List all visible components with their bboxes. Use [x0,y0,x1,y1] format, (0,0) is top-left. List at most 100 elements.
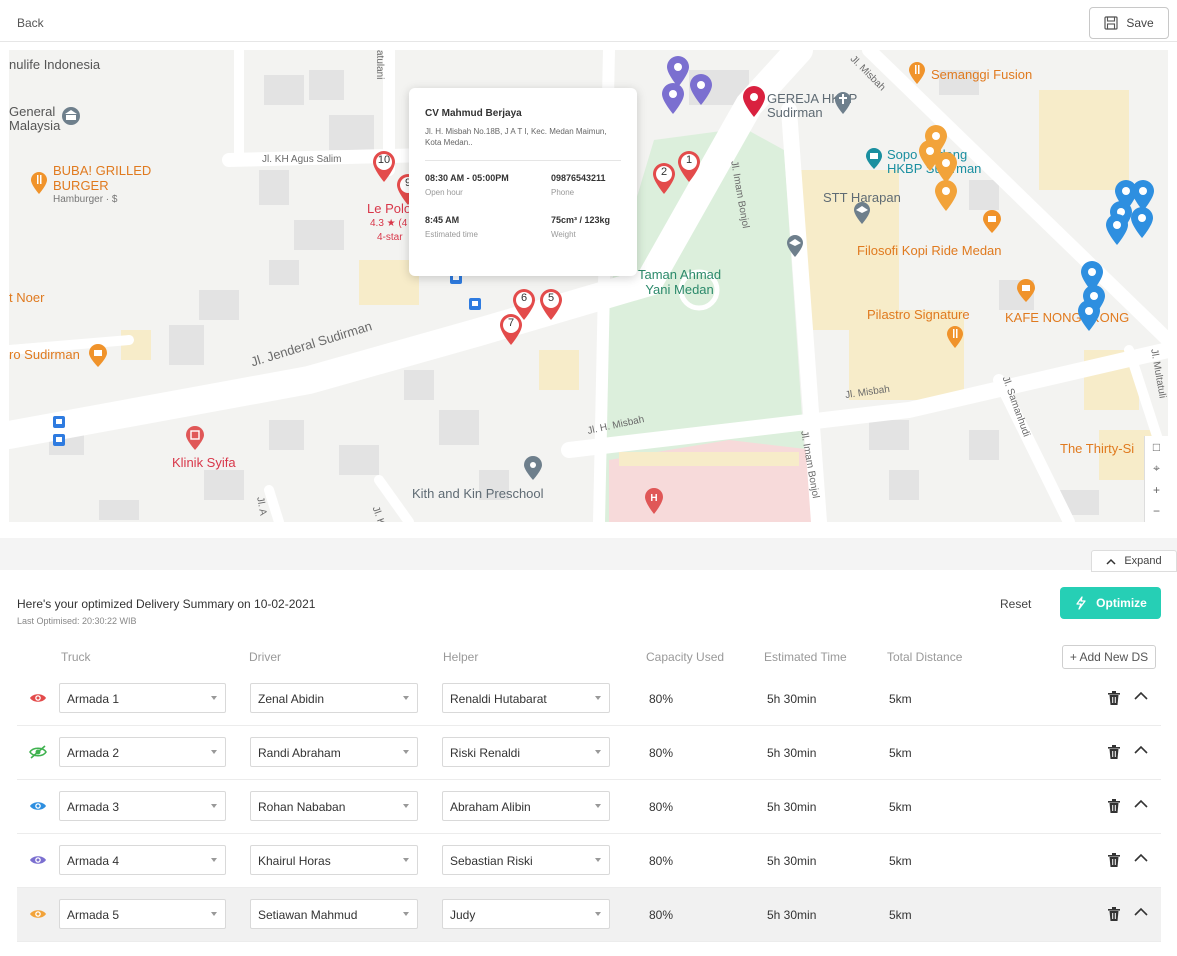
place-label: Taman Ahmad Yani Medan [638,267,722,297]
save-label: Save [1126,16,1154,30]
map-view[interactable]: nulife Indonesia General Malaysia BUBA! … [9,50,1168,522]
back-link[interactable]: Back [17,16,44,30]
hospital-h-icon: H [645,488,663,514]
driver-select[interactable]: Setiawan Mahmud [250,899,418,929]
trash-icon[interactable] [1108,799,1120,813]
estimated-time-label: Estimated time [425,230,478,239]
reset-button[interactable]: Reset [1000,597,1031,611]
trash-icon[interactable] [1108,853,1120,867]
truck-select[interactable]: Armada 3 [59,791,226,821]
driver-select[interactable]: Khairul Horas [250,845,418,875]
table-row: Armada 1 Zenal Abidin Renaldi Hutabarat 80%… [17,672,1161,726]
truck-select[interactable]: Armada 2 [59,737,226,767]
place-rating: 4.3 ★ (4 [370,218,408,229]
distance-cell: 5km [889,692,912,706]
eye-icon[interactable] [29,691,47,705]
time-cell: 5h 30min [767,692,817,706]
weight-value: 75cm³ / 123kg [551,215,611,225]
save-button[interactable]: Save [1089,7,1169,39]
add-new-ds-button[interactable]: + Add New DS [1062,645,1156,669]
place-label: ro Sudirman [9,347,80,362]
expand-label: Expand [1124,555,1162,567]
phone-label: Phone [551,188,575,197]
place-label: Klinik Syifa [172,455,236,470]
location-name: CV Mahmud Berjaya [425,108,522,119]
caret-down-icon [211,750,217,754]
location-pin-orange[interactable] [934,180,958,212]
bus-stop-icon [53,416,65,428]
trash-icon[interactable] [1108,691,1120,705]
capacity-cell: 80% [649,692,674,706]
cafe-icon [1017,279,1035,302]
truck-value: Armada 1 [67,692,120,706]
helper-value: Renaldi Hutabarat [450,692,547,706]
time-cell: 5h 30min [767,854,817,868]
distance-cell: 5km [889,746,912,760]
eye-off-icon[interactable] [29,745,47,759]
column-header-helper: Helper [443,650,479,664]
driver-select[interactable]: Randi Abraham [250,737,418,767]
school-icon [524,456,542,480]
helper-select[interactable]: Renaldi Hutabarat [442,683,610,713]
save-icon [1104,16,1118,30]
truck-select[interactable]: Armada 4 [59,845,226,875]
truck-value: Armada 4 [67,854,120,868]
eye-icon[interactable] [29,907,47,921]
capacity-cell: 80% [649,746,674,760]
locate-icon[interactable]: ⌖ [1153,461,1160,476]
zoom-in-button[interactable]: + [1153,483,1160,497]
driver-value: Setiawan Mahmud [258,908,358,922]
helper-select[interactable]: Sebastian Riski [442,845,610,875]
truck-select[interactable]: Armada 5 [59,899,226,929]
caret-down-icon [595,858,601,862]
delivery-pin-label: 10 [377,154,391,166]
caret-down-icon [403,804,409,808]
location-address: Jl. H. Misbah No.18B, J A T I, Kec. Meda… [425,127,607,147]
helper-select[interactable]: Riski Renaldi [442,737,610,767]
trash-icon[interactable] [1108,745,1120,759]
place-label: Kith and Kin Preschool [412,486,544,501]
distance-cell: 5km [889,854,912,868]
eye-icon[interactable] [29,799,47,813]
map-controls: □ ⌖ + − [1144,436,1168,522]
optimize-button[interactable]: Optimize [1060,587,1161,619]
cafe-icon [89,344,107,367]
chevron-up-icon[interactable] [1134,745,1148,755]
phone-value: 09876543211 [551,173,606,183]
caret-down-icon [211,858,217,862]
selected-location-pin[interactable] [742,86,766,118]
caret-down-icon [403,750,409,754]
location-pin-purple[interactable] [661,83,685,115]
driver-select[interactable]: Rohan Nababan [250,791,418,821]
driver-value: Rohan Nababan [258,800,346,814]
helper-value: Abraham Alibin [450,800,531,814]
chevron-up-icon[interactable] [1134,907,1148,917]
driver-select[interactable]: Zenal Abidin [250,683,418,713]
place-sublabel: Hamburger · $ [53,194,118,205]
eye-icon[interactable] [29,853,47,867]
location-pin-blue[interactable] [1077,300,1101,332]
chevron-up-icon[interactable] [1134,691,1148,701]
place-label: KAFE NONGKRONG [1005,310,1130,325]
road-label: atulani [374,50,385,80]
truck-select[interactable]: Armada 1 [59,683,226,713]
helper-select[interactable]: Judy [442,899,610,929]
trash-icon[interactable] [1108,907,1120,921]
chevron-up-icon[interactable] [1134,853,1148,863]
location-pin-blue[interactable] [1130,207,1154,239]
chevron-up-icon[interactable] [1134,799,1148,809]
driver-value: Randi Abraham [258,746,341,760]
expand-button[interactable]: Expand [1091,550,1177,572]
zoom-out-button[interactable]: − [1153,504,1160,518]
table-row: Armada 2 Randi Abraham Riski Renaldi 80% 5h … [17,726,1161,780]
caret-down-icon [211,696,217,700]
fullscreen-icon[interactable]: □ [1153,440,1160,454]
helper-select[interactable]: Abraham Alibin [442,791,610,821]
school-icon [787,235,803,257]
caret-down-icon [403,912,409,916]
location-pin-blue[interactable] [1105,214,1129,246]
cafe-icon [983,210,1001,233]
location-pin-purple[interactable] [689,74,713,106]
place-label: nulife Indonesia [9,57,101,72]
helper-value: Riski Renaldi [450,746,521,760]
